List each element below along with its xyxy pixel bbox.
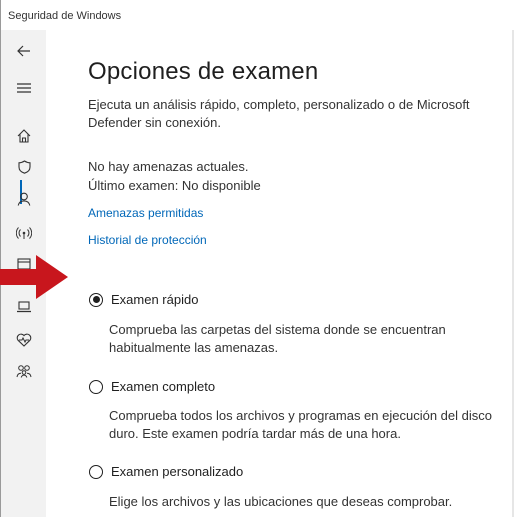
title-bar: Seguridad de Windows (0, 0, 514, 30)
custom-scan-radio[interactable] (89, 464, 103, 479)
radio-selected-dot (92, 296, 100, 303)
last-scan-text: Último examen: No disponible (88, 178, 261, 193)
health-icon[interactable] (13, 329, 35, 351)
custom-scan-label: Examen personalizado (111, 464, 244, 479)
shield-icon[interactable] (13, 156, 35, 178)
protection-history-link[interactable]: Historial de protección (88, 233, 207, 247)
quick-scan-option[interactable]: Examen rápido (89, 292, 198, 307)
full-scan-label: Examen completo (111, 379, 216, 394)
account-icon[interactable] (13, 188, 35, 210)
threat-status-text: No hay amenazas actuales. (88, 159, 249, 174)
window-title: Seguridad de Windows (8, 10, 122, 22)
menu-icon[interactable] (13, 77, 35, 99)
full-scan-radio[interactable] (89, 379, 103, 394)
red-arrow-annotation-icon (0, 255, 68, 299)
network-icon[interactable] (13, 222, 35, 244)
windows-security-window: Seguridad de Windows Opciones de examen … (0, 0, 514, 517)
page-description: Ejecuta un análisis rápido, completo, pe… (88, 97, 470, 130)
quick-scan-radio[interactable] (89, 292, 103, 307)
family-icon[interactable] (13, 360, 35, 382)
quick-scan-description: Comprueba las carpetas del sistema donde… (109, 322, 446, 355)
back-icon[interactable] (13, 40, 35, 62)
device-icon[interactable] (13, 296, 35, 318)
main-content: Opciones de examen Ejecuta un análisis r… (46, 30, 514, 517)
custom-scan-description: Elige los archivos y las ubicaciones que… (109, 494, 453, 509)
full-scan-option[interactable]: Examen completo (89, 379, 215, 394)
quick-scan-label: Examen rápido (111, 292, 199, 307)
full-scan-description: Comprueba todos los archivos y programas… (109, 408, 492, 441)
allowed-threats-link[interactable]: Amenazas permitidas (88, 206, 203, 220)
page-title: Opciones de examen (88, 58, 319, 85)
custom-scan-option[interactable]: Examen personalizado (89, 464, 243, 479)
home-icon[interactable] (13, 125, 35, 147)
